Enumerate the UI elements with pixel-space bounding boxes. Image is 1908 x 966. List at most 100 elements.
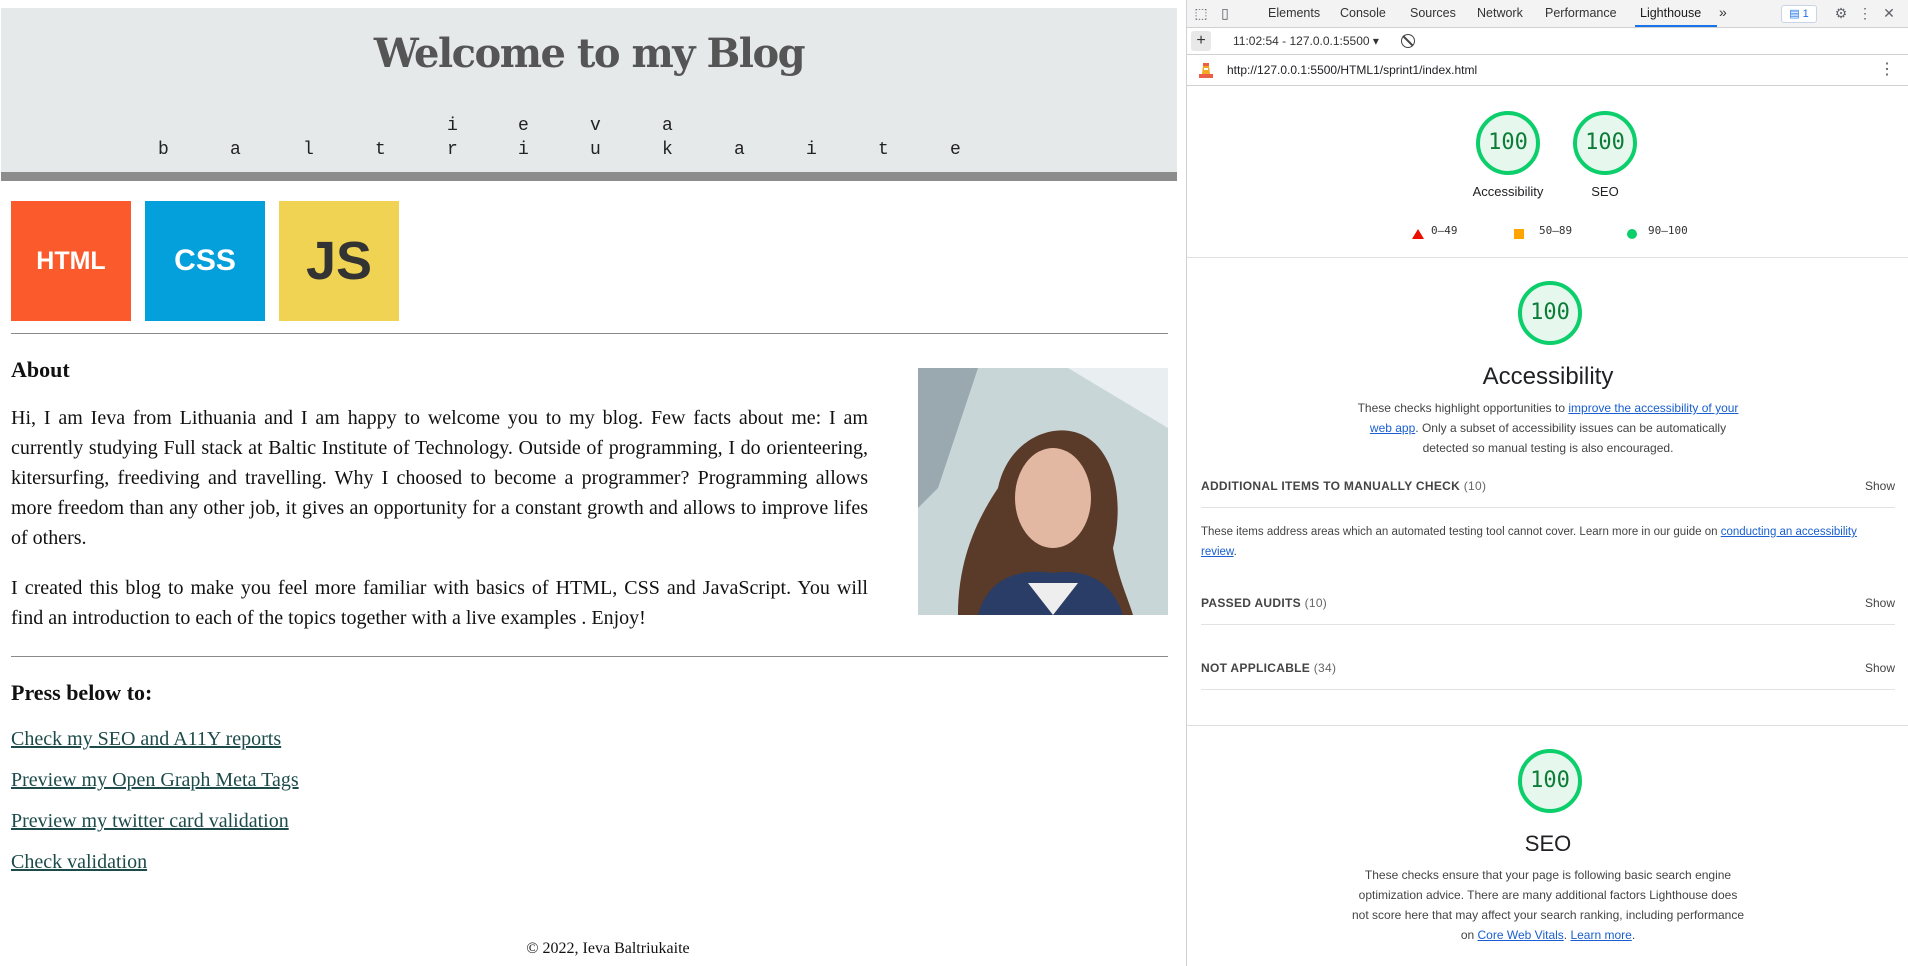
score-value: 100 xyxy=(1488,130,1528,155)
js-logo: JS xyxy=(279,201,399,321)
group-title-text: NOT APPLICABLE xyxy=(1201,661,1311,675)
learn-more-link[interactable]: Learn more xyxy=(1570,928,1631,942)
group-title-text: ADDITIONAL ITEMS TO MANUALLY CHECK xyxy=(1201,479,1461,493)
report-select[interactable]: 11:02:54 - 127.0.0.1:5500 ▾ xyxy=(1233,34,1379,48)
lighthouse-logo-icon xyxy=(1199,63,1213,78)
desc-text: . xyxy=(1233,546,1237,558)
accessibility-title: Accessibility xyxy=(1482,363,1614,390)
name-letters-first: i e v a xyxy=(1,116,1177,140)
accessibility-gauge: 100 xyxy=(1515,278,1585,348)
section-divider xyxy=(1187,257,1908,258)
tab-sources[interactable]: Sources xyxy=(1410,6,1456,20)
more-options-icon[interactable]: ⋮ xyxy=(1857,5,1873,21)
group-count: (10) xyxy=(1304,596,1328,610)
inspect-element-icon[interactable]: ⬚ xyxy=(1193,5,1209,21)
name-letter: a xyxy=(662,116,673,136)
blog-header: Welcome to my Blog i e v a b a l t r i u… xyxy=(1,8,1177,181)
score-value: 100 xyxy=(1530,768,1570,793)
name-letter: e xyxy=(518,116,529,136)
desc-text: These checks highlight opportunities to xyxy=(1357,401,1569,415)
core-web-vitals-link[interactable]: Core Web Vitals xyxy=(1478,928,1564,942)
summary-gauge-seo[interactable]: 100 xyxy=(1570,108,1640,178)
divider xyxy=(11,333,1168,334)
group-count: (10) xyxy=(1463,479,1487,493)
average-square-icon xyxy=(1514,229,1524,239)
blog-footer: © 2022, Ieva Baltriukaite xyxy=(526,940,690,957)
manual-check-group[interactable]: ADDITIONAL ITEMS TO MANUALLY CHECK (10) … xyxy=(1201,467,1895,508)
about-paragraph: I created this blog to make you feel mor… xyxy=(11,577,868,629)
desc-text: These items address areas which an autom… xyxy=(1201,526,1721,538)
score-value: 100 xyxy=(1585,130,1625,155)
css-logo: CSS xyxy=(145,201,265,321)
name-letter: t xyxy=(878,140,889,160)
show-button[interactable]: Show xyxy=(1865,479,1895,493)
tab-console[interactable]: Console xyxy=(1340,6,1386,20)
settings-gear-icon[interactable]: ⚙ xyxy=(1833,5,1849,21)
issues-icon: ▤ xyxy=(1789,8,1803,20)
name-letter: i xyxy=(806,140,817,160)
seo-gauge: 100 xyxy=(1515,746,1585,816)
pass-circle-icon xyxy=(1627,229,1637,239)
lighthouse-report: 100 Accessibility 100 SEO 0–49 50–89 90–… xyxy=(1187,86,1908,966)
twitter-card-link[interactable]: Preview my twitter card validation xyxy=(11,810,289,833)
fail-triangle-icon xyxy=(1412,229,1424,239)
new-report-button[interactable]: + xyxy=(1191,31,1211,51)
score-value: 100 xyxy=(1530,300,1570,325)
report-url-bar: http://127.0.0.1:5500/HTML1/sprint1/inde… xyxy=(1187,55,1908,86)
name-letter: a xyxy=(230,140,241,160)
report-menu-icon[interactable]: ⋮ xyxy=(1879,59,1895,79)
name-letter: i xyxy=(518,140,529,160)
group-title: PASSED AUDITS (10) xyxy=(1201,596,1327,610)
name-letter: t xyxy=(375,140,386,160)
show-button[interactable]: Show xyxy=(1865,661,1895,675)
seo-description: These checks ensure that your page is fo… xyxy=(1349,865,1747,945)
validation-link[interactable]: Check validation xyxy=(11,851,147,874)
open-graph-preview-link[interactable]: Preview my Open Graph Meta Tags xyxy=(11,769,299,792)
profile-photo xyxy=(918,368,1168,615)
desc-text: . xyxy=(1631,928,1636,942)
press-heading: Press below to: xyxy=(11,680,153,705)
summary-gauge-accessibility[interactable]: 100 xyxy=(1473,108,1543,178)
group-title: NOT APPLICABLE (34) xyxy=(1201,661,1336,675)
group-title: ADDITIONAL ITEMS TO MANUALLY CHECK (10) xyxy=(1201,479,1486,493)
group-count: (34) xyxy=(1313,661,1337,675)
issues-count: 1 xyxy=(1802,8,1809,20)
tab-lighthouse[interactable]: Lighthouse xyxy=(1640,6,1701,20)
name-letter: v xyxy=(590,116,601,136)
active-tab-indicator xyxy=(1635,25,1717,27)
name-letter: a xyxy=(734,140,745,160)
legend-pass: 90–100 xyxy=(1648,224,1688,237)
close-icon[interactable]: ✕ xyxy=(1881,5,1897,21)
device-toolbar-icon[interactable]: ▯ xyxy=(1217,5,1233,21)
manual-check-description: These items address areas which an autom… xyxy=(1201,522,1895,562)
name-letter: k xyxy=(662,140,673,160)
section-divider xyxy=(1187,725,1908,726)
devtools-tabbar: ⬚ ▯ Elements Console Sources Network Per… xyxy=(1187,0,1908,28)
passed-audits-group[interactable]: PASSED AUDITS (10) Show xyxy=(1201,584,1895,625)
legend-average: 50–89 xyxy=(1539,224,1573,237)
seo-a11y-reports-link[interactable]: Check my SEO and A11Y reports xyxy=(11,728,281,751)
name-letter: e xyxy=(950,140,961,160)
name-letter: r xyxy=(447,140,458,160)
tab-network[interactable]: Network xyxy=(1477,6,1523,20)
legend-fail: 0–49 xyxy=(1431,224,1458,237)
more-tabs-icon[interactable]: » xyxy=(1719,4,1727,20)
name-letters-last: b a l t r i u k a i t e xyxy=(1,140,1177,164)
report-url: http://127.0.0.1:5500/HTML1/sprint1/inde… xyxy=(1227,63,1478,77)
name-letter: u xyxy=(590,140,601,160)
clear-block-icon[interactable] xyxy=(1401,34,1415,48)
desc-text: . Only a subset of accessibility issues … xyxy=(1415,421,1727,455)
blog-title: Welcome to my Blog xyxy=(373,30,806,77)
group-title-text: PASSED AUDITS xyxy=(1201,596,1301,610)
blog-page: Welcome to my Blog i e v a b a l t r i u… xyxy=(0,0,1186,966)
show-button[interactable]: Show xyxy=(1865,596,1895,610)
about-paragraph: Hi, I am Ieva from Lithuania and I am ha… xyxy=(11,407,868,549)
about-heading: About xyxy=(11,357,70,382)
devtools-panel: ⬚ ▯ Elements Console Sources Network Per… xyxy=(1186,0,1908,966)
not-applicable-group[interactable]: NOT APPLICABLE (34) Show xyxy=(1201,649,1895,690)
accessibility-description: These checks highlight opportunities to … xyxy=(1347,398,1749,458)
issues-badge[interactable]: ▤ 1 xyxy=(1781,5,1817,23)
tab-elements[interactable]: Elements xyxy=(1268,6,1320,20)
tab-performance[interactable]: Performance xyxy=(1545,6,1617,20)
lighthouse-toolbar: + 11:02:54 - 127.0.0.1:5500 ▾ xyxy=(1187,28,1908,55)
